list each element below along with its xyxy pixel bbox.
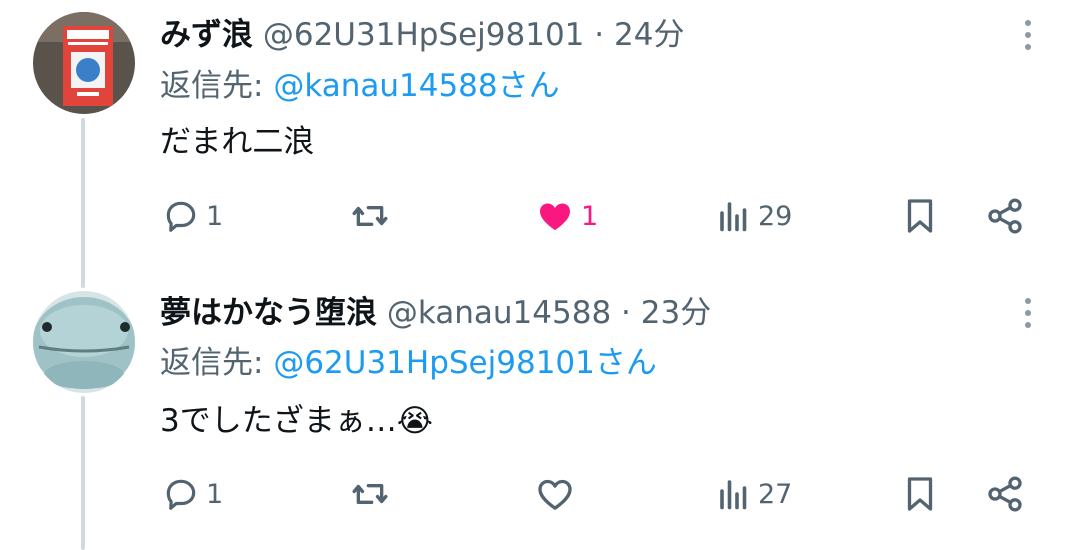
reply-prefix: 返信先: bbox=[160, 68, 274, 104]
views-icon bbox=[720, 480, 747, 510]
timestamp[interactable]: 24分 bbox=[614, 17, 684, 53]
view-count: 29 bbox=[758, 200, 793, 232]
share-icon bbox=[988, 476, 1022, 512]
reply-icon bbox=[166, 201, 196, 232]
action-bar: 1 1 29 bbox=[0, 191, 1080, 241]
display-name[interactable]: みず浪 bbox=[160, 17, 253, 53]
reply-button[interactable]: 1 bbox=[162, 469, 223, 519]
share-button[interactable] bbox=[985, 191, 1025, 241]
user-handle[interactable]: @62U31HpSej98101 bbox=[263, 17, 585, 53]
tweet-text: 3でしたざまぁ…😭 bbox=[160, 401, 433, 441]
more-icon[interactable] bbox=[1018, 293, 1038, 333]
views-icon bbox=[720, 202, 747, 232]
reply-mention[interactable]: @62U31HpSej98101さん bbox=[273, 345, 657, 381]
reply-icon bbox=[166, 479, 196, 510]
bookmark-icon bbox=[907, 477, 933, 511]
reply-suffix: さん bbox=[497, 68, 560, 104]
reply-handle: @62U31HpSej98101 bbox=[273, 345, 595, 381]
bookmark-button[interactable] bbox=[902, 469, 938, 519]
reply-context: 返信先: @kanau14588さん bbox=[160, 66, 560, 106]
tweet-body: だまれ二浪 bbox=[160, 124, 315, 160]
reply-context: 返信先: @62U31HpSej98101さん bbox=[160, 343, 657, 383]
avatar[interactable] bbox=[33, 291, 135, 393]
like-button[interactable] bbox=[535, 469, 581, 519]
crying-emoji: 😭 bbox=[396, 403, 433, 439]
reply-mention[interactable]: @kanau14588さん bbox=[273, 68, 559, 104]
more-icon[interactable] bbox=[1018, 15, 1038, 55]
heart-icon bbox=[538, 479, 572, 510]
reply-prefix: 返信先: bbox=[160, 345, 274, 381]
reply-suffix: さん bbox=[594, 345, 657, 381]
blue-plush-avatar bbox=[33, 291, 135, 393]
reply-count: 1 bbox=[206, 200, 224, 232]
bookmark-button[interactable] bbox=[902, 191, 938, 241]
book-cover-avatar bbox=[33, 12, 135, 114]
action-bar: 1 27 bbox=[0, 469, 1080, 519]
tweet[interactable]: 夢はかなう堕浪 @kanau14588 · 23分 返信先: @62U31HpS… bbox=[0, 280, 1080, 550]
retweet-button[interactable] bbox=[350, 469, 396, 519]
bookmark-icon bbox=[907, 199, 933, 233]
tweet-header: みず浪 @62U31HpSej98101 · 24分 bbox=[160, 15, 684, 55]
tweet[interactable]: みず浪 @62U31HpSej98101 · 24分 返信先: @kanau14… bbox=[0, 0, 1080, 280]
reply-button[interactable]: 1 bbox=[162, 191, 223, 241]
retweet-button[interactable] bbox=[350, 191, 396, 241]
share-icon bbox=[988, 198, 1022, 234]
retweet-icon bbox=[352, 206, 388, 226]
avatar[interactable] bbox=[33, 12, 135, 114]
timestamp[interactable]: 23分 bbox=[641, 295, 711, 331]
views-button[interactable]: 29 bbox=[716, 191, 792, 241]
heart-icon bbox=[540, 203, 570, 231]
separator: · bbox=[594, 17, 605, 53]
like-count: 1 bbox=[581, 200, 599, 232]
display-name[interactable]: 夢はかなう堕浪 bbox=[160, 295, 377, 331]
separator: · bbox=[621, 295, 631, 331]
tweet-header: 夢はかなう堕浪 @kanau14588 · 23分 bbox=[160, 293, 711, 333]
reply-handle: @kanau14588 bbox=[273, 68, 498, 104]
view-count: 27 bbox=[758, 478, 793, 510]
share-button[interactable] bbox=[985, 469, 1025, 519]
like-button[interactable]: 1 bbox=[535, 191, 598, 241]
reply-count: 1 bbox=[206, 478, 224, 510]
retweet-icon bbox=[352, 484, 388, 504]
views-button[interactable]: 27 bbox=[716, 469, 792, 519]
tweet-text: だまれ二浪 bbox=[160, 122, 314, 162]
user-handle[interactable]: @kanau14588 bbox=[387, 295, 611, 331]
tweet-body: 3でしたざまぁ… bbox=[160, 403, 397, 439]
